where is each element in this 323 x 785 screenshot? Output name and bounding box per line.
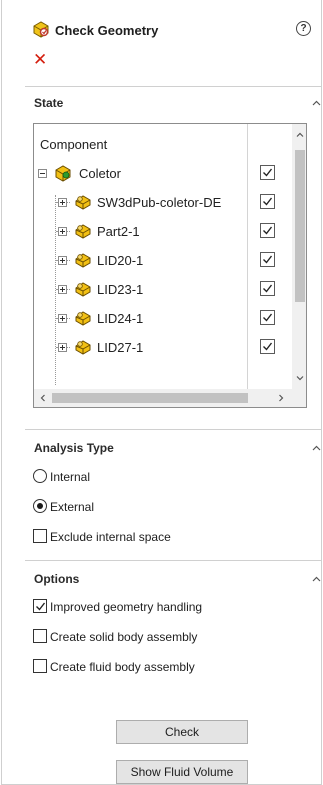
scroll-up-icon[interactable]	[296, 131, 304, 139]
include-checkbox[interactable]	[260, 252, 275, 267]
separator	[25, 560, 321, 561]
checkmark-icon	[36, 602, 46, 611]
state-section-title: State	[34, 96, 64, 110]
options-section-title: Options	[34, 572, 80, 586]
include-checkbox[interactable]	[260, 310, 275, 325]
horizontal-scroll-thumb[interactable]	[52, 393, 248, 403]
tree-row-label: LID27-1	[97, 340, 144, 355]
exclude-internal-space-label[interactable]: Exclude internal space	[50, 530, 171, 544]
expand-icon[interactable]	[58, 198, 67, 207]
part-icon	[74, 193, 92, 214]
component-tree[interactable]: Component Coletor SW3dPub-coletor-DE Par…	[33, 123, 307, 408]
options-collapse-caret-icon[interactable]	[312, 575, 321, 584]
tree-row-label: LID20-1	[97, 253, 144, 268]
expand-icon[interactable]	[58, 227, 67, 236]
fluid-body-assembly-label[interactable]: Create fluid body assembly	[50, 660, 195, 674]
improved-geometry-label[interactable]: Improved geometry handling	[50, 600, 202, 614]
vertical-scroll-thumb[interactable]	[295, 150, 305, 302]
external-radio-label[interactable]: External	[50, 500, 94, 514]
help-icon[interactable]: ?	[296, 21, 311, 36]
assembly-icon	[54, 164, 72, 185]
analysis-type-section-title: Analysis Type	[34, 441, 114, 455]
panel-title: Check Geometry	[55, 23, 159, 38]
check-geometry-icon	[32, 20, 50, 41]
component-column-header: Component	[40, 137, 108, 152]
part-icon	[74, 280, 92, 301]
expand-icon[interactable]	[58, 343, 67, 352]
tree-horizontal-scrollbar[interactable]	[34, 389, 292, 407]
scroll-down-icon[interactable]	[296, 374, 304, 382]
tree-row-label: Part2-1	[97, 224, 140, 239]
part-icon	[74, 338, 92, 359]
include-checkbox[interactable]	[260, 339, 275, 354]
include-checkbox[interactable]	[260, 223, 275, 238]
separator	[25, 86, 321, 87]
analysis-type-collapse-caret-icon[interactable]	[312, 444, 321, 453]
expand-icon[interactable]	[58, 314, 67, 323]
exclude-internal-space-checkbox[interactable]	[33, 529, 47, 543]
show-fluid-volume-button[interactable]: Show Fluid Volume	[116, 760, 248, 784]
tree-row-label: LID24-1	[97, 311, 144, 326]
tree-row-part2[interactable]: Part2-1	[34, 218, 292, 246]
improved-geometry-checkbox[interactable]	[33, 599, 47, 613]
internal-radio-label[interactable]: Internal	[50, 470, 90, 484]
close-icon[interactable]: ✕	[33, 50, 47, 70]
separator	[25, 429, 321, 430]
tree-row-lid24[interactable]: LID24-1	[34, 305, 292, 333]
part-icon	[74, 222, 92, 243]
expand-icon[interactable]	[58, 256, 67, 265]
external-radio[interactable]	[33, 499, 47, 513]
scroll-left-icon[interactable]	[39, 394, 47, 402]
tree-row-label: Coletor	[79, 166, 121, 181]
tree-row-coletor[interactable]: Coletor	[34, 160, 292, 188]
include-checkbox[interactable]	[260, 194, 275, 209]
part-icon	[74, 309, 92, 330]
part-icon	[74, 251, 92, 272]
panel-header: Check Geometry	[32, 20, 158, 41]
tree-row-label: SW3dPub-coletor-DE	[97, 195, 222, 210]
check-button[interactable]: Check	[116, 720, 248, 744]
solid-body-assembly-label[interactable]: Create solid body assembly	[50, 630, 197, 644]
tree-row-lid27[interactable]: LID27-1	[34, 334, 292, 362]
tree-row-lid20[interactable]: LID20-1	[34, 247, 292, 275]
state-collapse-caret-icon[interactable]	[312, 99, 321, 108]
tree-row-lid23[interactable]: LID23-1	[34, 276, 292, 304]
expand-icon[interactable]	[58, 285, 67, 294]
solid-body-assembly-checkbox[interactable]	[33, 629, 47, 643]
fluid-body-assembly-checkbox[interactable]	[33, 659, 47, 673]
tree-vertical-scrollbar[interactable]	[292, 124, 306, 389]
scroll-right-icon[interactable]	[277, 394, 285, 402]
collapse-icon[interactable]	[38, 169, 47, 178]
tree-row-label: LID23-1	[97, 282, 144, 297]
tree-row-sw3dpub[interactable]: SW3dPub-coletor-DE	[34, 189, 292, 217]
include-checkbox[interactable]	[260, 281, 275, 296]
include-checkbox[interactable]	[260, 165, 275, 180]
internal-radio[interactable]	[33, 469, 47, 483]
scrollbar-corner	[292, 389, 306, 407]
